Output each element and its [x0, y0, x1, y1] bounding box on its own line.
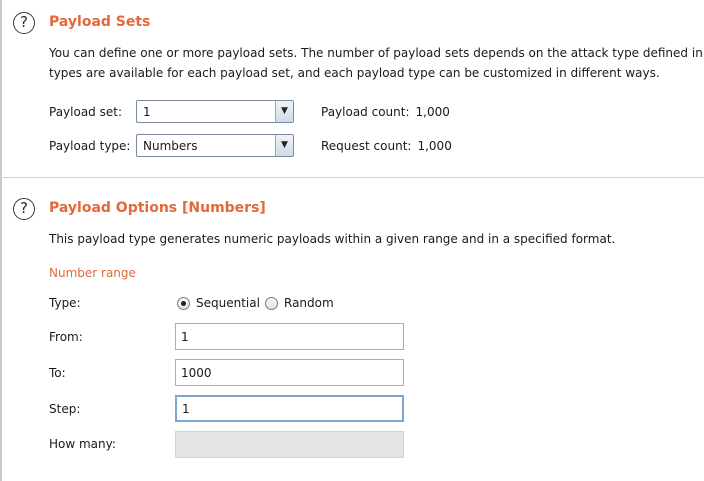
- payload-count-value: 1,000: [415, 105, 450, 119]
- payload-type-dropdown[interactable]: Numbers ▼: [136, 134, 294, 157]
- payload-type-value: Numbers: [143, 139, 198, 153]
- payload-set-value: 1: [143, 105, 151, 119]
- request-count-value: 1,000: [417, 139, 452, 153]
- sequential-radio[interactable]: [177, 297, 190, 310]
- payload-sets-title: Payload Sets: [49, 14, 151, 30]
- chevron-down-icon[interactable]: ▼: [275, 135, 293, 156]
- payload-set-dropdown[interactable]: 1 ▼: [136, 100, 294, 123]
- how-many-input: [175, 431, 404, 458]
- section-divider: [3, 177, 704, 178]
- to-input[interactable]: [175, 359, 404, 386]
- step-input[interactable]: [175, 395, 404, 422]
- request-count-label: Request count:: [321, 139, 412, 153]
- radio-selected-dot: [181, 301, 186, 306]
- payload-type-label: Payload type:: [49, 139, 131, 153]
- payload-options-title: Payload Options [Numbers]: [49, 200, 266, 216]
- left-edge-rail: [0, 0, 2, 481]
- random-radio-label[interactable]: Random: [284, 296, 334, 310]
- random-radio[interactable]: [265, 297, 278, 310]
- payload-count: Payload count: 1,000: [321, 105, 450, 119]
- payload-options-description: This payload type generates numeric payl…: [49, 232, 616, 246]
- number-range-heading: Number range: [49, 266, 136, 280]
- payload-count-label: Payload count:: [321, 105, 410, 119]
- payload-set-label: Payload set:: [49, 105, 122, 119]
- payload-sets-description-line2: types are available for each payload set…: [49, 66, 660, 80]
- to-label: To:: [49, 366, 66, 380]
- from-label: From:: [49, 330, 83, 344]
- help-icon[interactable]: ?: [13, 198, 35, 220]
- from-input[interactable]: [175, 323, 404, 350]
- type-label: Type:: [49, 296, 81, 310]
- help-icon[interactable]: ?: [13, 12, 35, 34]
- chevron-down-icon[interactable]: ▼: [275, 101, 293, 122]
- payload-sets-description-line1: You can define one or more payload sets.…: [49, 46, 704, 60]
- request-count: Request count: 1,000: [321, 139, 452, 153]
- how-many-label: How many:: [49, 437, 116, 451]
- step-label: Step:: [49, 402, 81, 416]
- sequential-radio-label[interactable]: Sequential: [196, 296, 260, 310]
